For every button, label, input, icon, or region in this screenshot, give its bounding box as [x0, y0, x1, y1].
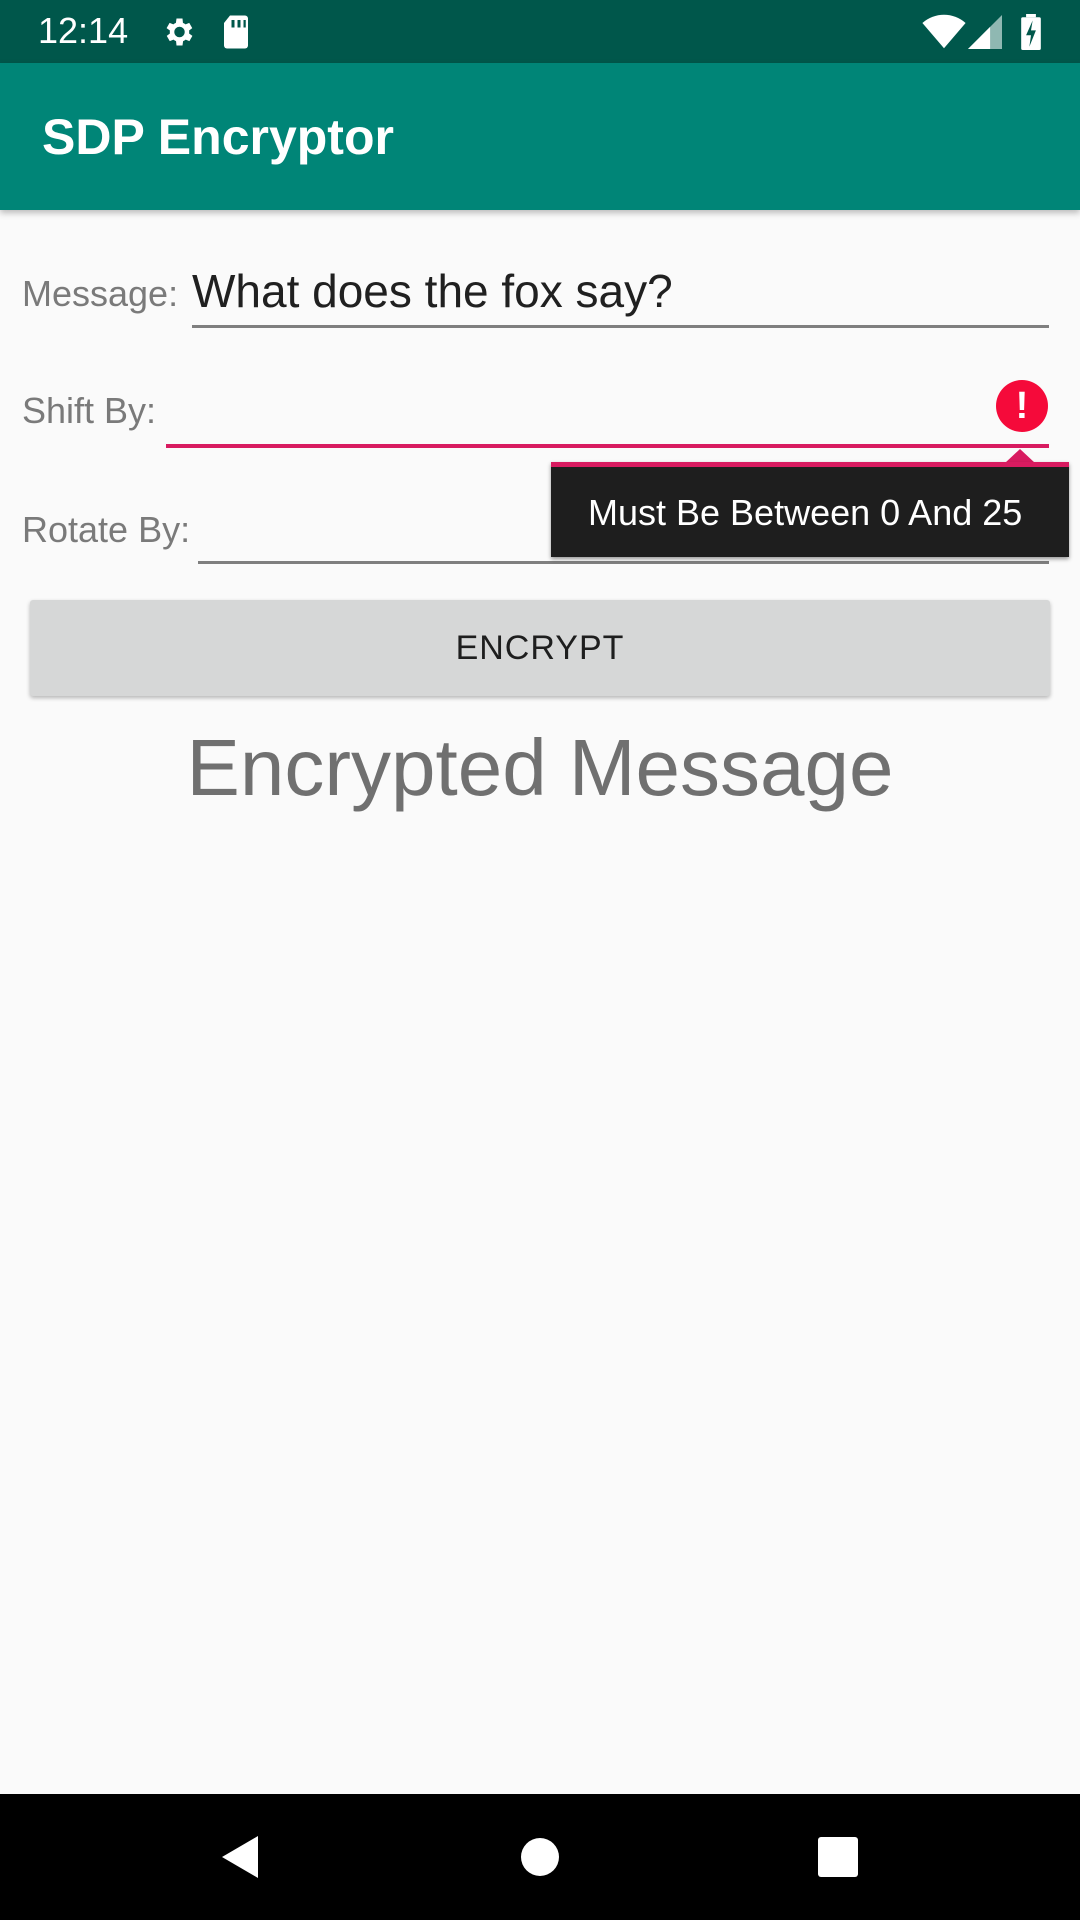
- error-popup-text: Must Be Between 0 And 25: [588, 492, 1023, 533]
- settings-gear-icon: [160, 14, 196, 55]
- message-label: Message:: [22, 273, 179, 314]
- encrypted-message-output: Encrypted Message: [186, 723, 894, 812]
- message-underline: [192, 325, 1049, 328]
- error-popup: Must Be Between 0 And 25: [551, 462, 1069, 557]
- error-popup-arrow: [1005, 449, 1035, 463]
- app-title: SDP Encryptor: [42, 109, 394, 165]
- cell-signal-icon: [968, 14, 1002, 55]
- shift-by-underline: [166, 444, 1049, 448]
- app-bar: SDP Encryptor: [0, 63, 1080, 210]
- recents-icon[interactable]: [803, 1822, 873, 1892]
- shift-by-label: Shift By:: [22, 390, 157, 431]
- rotate-by-label: Rotate By:: [22, 509, 191, 550]
- shift-by-input[interactable]: [166, 378, 986, 438]
- battery-charging-icon: [1020, 14, 1042, 55]
- rotate-by-underline: [198, 561, 1049, 564]
- sd-card-icon: [220, 14, 252, 55]
- status-time: 12:14: [38, 10, 129, 51]
- wifi-icon: [922, 14, 966, 55]
- encrypt-button[interactable]: ENCRYPT: [30, 600, 1050, 696]
- home-icon[interactable]: [505, 1822, 575, 1892]
- message-input[interactable]: [192, 261, 1048, 321]
- back-icon[interactable]: [206, 1822, 276, 1892]
- status-bar: 12:14: [0, 0, 1080, 63]
- navigation-bar: [0, 1794, 1080, 1920]
- error-icon: !: [996, 380, 1048, 432]
